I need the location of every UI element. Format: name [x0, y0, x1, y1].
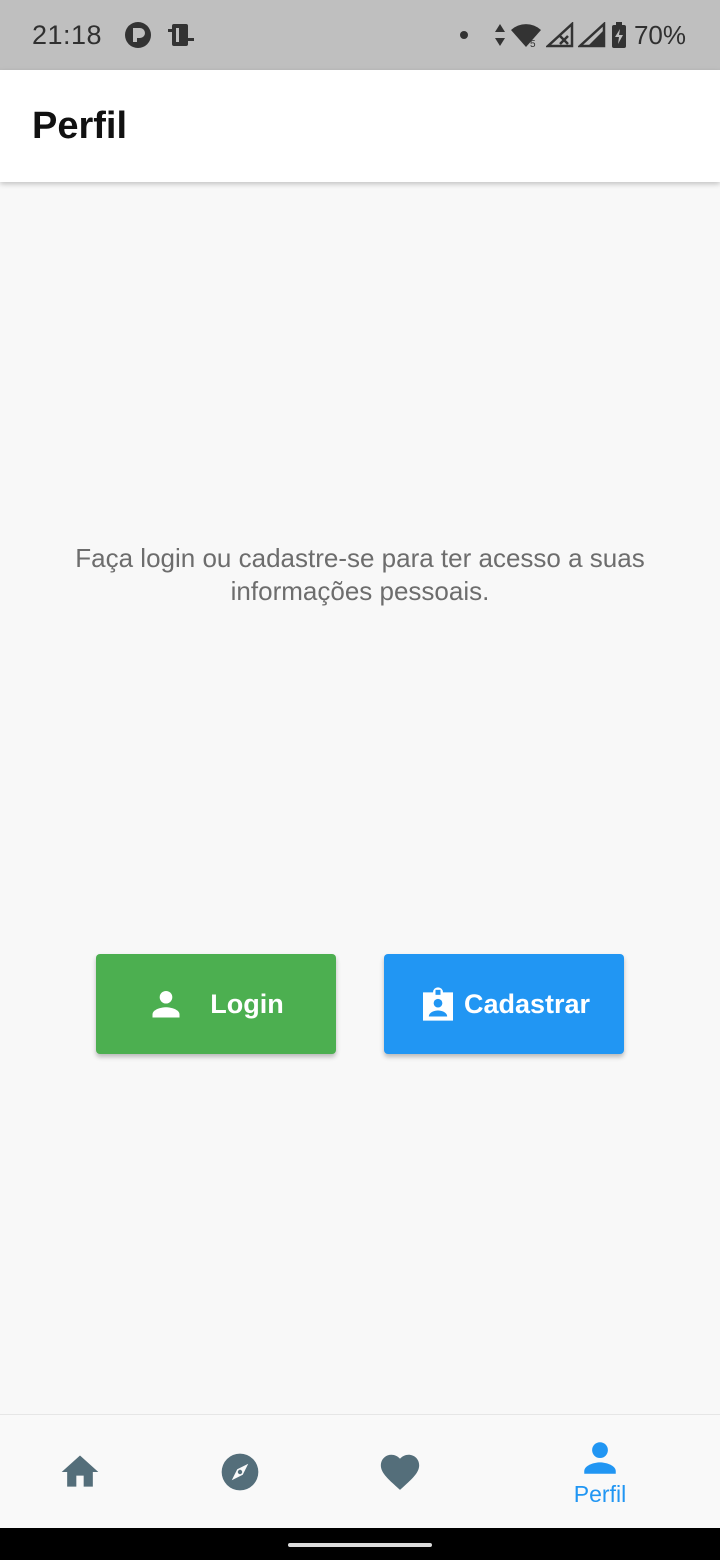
- home-icon: [61, 1455, 99, 1487]
- status-left: 21:18: [32, 20, 210, 51]
- status-bar: 21:18 5 70%: [0, 0, 720, 70]
- login-button[interactable]: Login: [96, 954, 336, 1054]
- signal-icon: [577, 22, 606, 48]
- nav-item-label: Perfil: [573, 1480, 627, 1507]
- heart-icon: [380, 1454, 420, 1490]
- battery-charging-icon: [611, 22, 626, 48]
- nav-item-favorites[interactable]: [310, 1415, 490, 1529]
- nav-item-home[interactable]: [0, 1415, 170, 1529]
- data-arrows-icon: [494, 24, 505, 46]
- app-bar: Perfil: [0, 70, 720, 182]
- sim-icon: [168, 24, 195, 46]
- login-button-label: Login: [210, 988, 284, 1019]
- svg-text:5: 5: [530, 39, 536, 48]
- status-right: 5 70%: [459, 19, 686, 51]
- person-icon: [148, 986, 184, 1022]
- bottom-navigation: Perfil: [0, 1414, 720, 1528]
- wifi-icon: 5: [510, 24, 541, 48]
- notification-app-icon: [125, 22, 152, 48]
- nav-item-profile[interactable]: Perfil: [510, 1415, 690, 1529]
- register-button-label: Cadastrar: [463, 988, 591, 1019]
- register-button[interactable]: Cadastrar: [384, 954, 624, 1054]
- person-icon: [584, 1441, 616, 1474]
- nav-item-explore[interactable]: [150, 1415, 330, 1529]
- screen: 21:18 5 70% Perfil Faça login ou cadastr…: [0, 0, 720, 1560]
- badge-icon: [418, 984, 458, 1024]
- home-gesture-bar[interactable]: [288, 1543, 432, 1547]
- system-navigation-bar: [0, 1528, 720, 1560]
- page-title: Perfil: [32, 104, 128, 147]
- login-prompt-message: Faça login ou cadastre-se para ter acess…: [75, 543, 645, 606]
- signal-off-icon: [545, 22, 574, 48]
- dot-icon: [459, 31, 468, 39]
- compass-icon: [221, 1453, 259, 1491]
- battery-percent: 70%: [633, 19, 686, 50]
- status-time: 21:18: [32, 19, 103, 50]
